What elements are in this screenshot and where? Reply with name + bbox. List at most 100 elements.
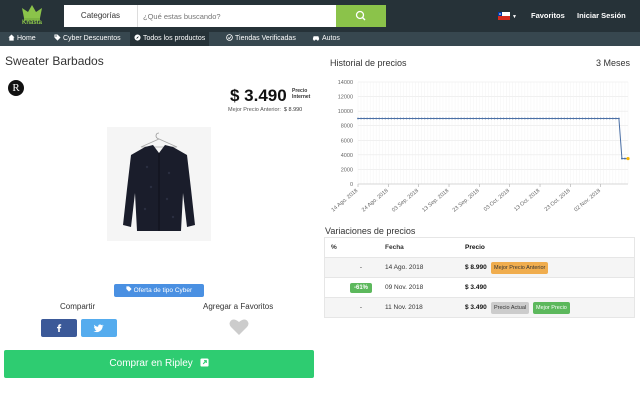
- chile-flag-icon[interactable]: [498, 12, 510, 20]
- tab-home[interactable]: Home: [4, 32, 40, 46]
- data-point: [475, 117, 478, 120]
- tag-icon: [54, 34, 61, 41]
- data-point: [551, 117, 554, 120]
- series-line: [358, 118, 628, 160]
- data-point: [381, 117, 384, 120]
- data-point: [614, 117, 617, 120]
- data-point: [457, 117, 460, 120]
- table-header-row: % Fecha Precio: [325, 238, 634, 257]
- data-point: [563, 117, 566, 120]
- knasta-logo[interactable]: Knasta: [18, 3, 46, 29]
- home-icon: [8, 34, 15, 41]
- logo-word: Knasta: [21, 20, 42, 26]
- facebook-share-button[interactable]: [41, 319, 77, 337]
- share-label: Compartir: [60, 302, 96, 311]
- tab-cyber-label: Cyber Descuentos: [63, 35, 121, 42]
- data-point: [617, 117, 620, 120]
- data-point: [375, 117, 378, 120]
- tab-all-products[interactable]: Todos los productos: [130, 32, 210, 46]
- data-point: [490, 117, 493, 120]
- search-input[interactable]: [138, 5, 336, 27]
- x-tick-label: 02 Nov. 2018: [573, 188, 602, 213]
- data-point: [587, 117, 590, 120]
- best-price-tag: Mejor Precio: [533, 302, 570, 314]
- twitter-share-button[interactable]: [81, 319, 117, 337]
- search-button[interactable]: [336, 5, 386, 27]
- country-caret-icon[interactable]: ▼: [512, 14, 517, 20]
- tab-home-label: Home: [17, 35, 36, 42]
- data-point: [596, 117, 599, 120]
- data-point: [545, 117, 547, 120]
- data-point: [363, 117, 365, 120]
- data-point: [448, 117, 450, 120]
- y-tick-label: 6000: [341, 138, 353, 144]
- data-point: [405, 117, 408, 120]
- data-point: [523, 117, 526, 120]
- price-history-title: Historial de precios: [330, 58, 407, 68]
- data-point: [502, 117, 505, 120]
- data-point: [539, 117, 541, 120]
- tag-icon: [126, 286, 132, 292]
- favorites-link[interactable]: Favoritos: [531, 11, 565, 20]
- data-point: [360, 117, 362, 120]
- tab-verified-stores[interactable]: Tiendas Verificadas: [222, 32, 300, 46]
- current-price-tag: Precio Actual: [491, 302, 530, 314]
- data-point: [432, 117, 435, 120]
- data-point: [402, 117, 405, 120]
- favorite-heart-button[interactable]: [229, 318, 249, 341]
- row-date: 11 Nov. 2018: [385, 304, 423, 311]
- table-row: - 14 Ago. 2018 $ 8.990 Mejor Precio Ante…: [325, 257, 634, 277]
- row-price: $ 8.990: [465, 264, 487, 271]
- row-price: $ 3.490: [465, 304, 487, 311]
- x-tick-label: 03 Oct. 2018: [483, 188, 511, 213]
- header-date: Fecha: [385, 244, 404, 251]
- product-title: Sweater Barbados: [5, 54, 104, 68]
- data-point: [511, 117, 514, 120]
- x-tick-label: 23 Oct. 2018: [544, 188, 572, 213]
- data-point: [557, 117, 560, 120]
- data-point: [423, 117, 426, 120]
- previous-best-price: Mejor Precio Anterior: $ 8.990: [228, 107, 302, 113]
- history-range-selector[interactable]: 3 Meses: [596, 58, 630, 68]
- tab-cars[interactable]: Autos: [308, 32, 344, 46]
- tab-all-products-label: Todos los productos: [143, 35, 206, 42]
- y-tick-label: 0: [350, 182, 353, 188]
- data-point: [460, 117, 463, 120]
- categories-button[interactable]: Categorías: [64, 5, 138, 27]
- data-point: [390, 117, 393, 120]
- data-point: [626, 156, 630, 161]
- data-point: [590, 117, 593, 120]
- store-logo[interactable]: R: [8, 80, 24, 96]
- data-point: [469, 117, 472, 120]
- data-point: [536, 117, 538, 120]
- login-link[interactable]: Iniciar Sesión: [577, 11, 626, 20]
- product-image[interactable]: [107, 127, 211, 241]
- tab-verified-stores-label: Tiendas Verificadas: [235, 35, 296, 42]
- data-point: [560, 117, 563, 120]
- data-point: [496, 117, 499, 120]
- data-point: [514, 117, 517, 120]
- data-point: [396, 117, 399, 120]
- data-point: [599, 117, 602, 120]
- data-point: [411, 117, 414, 120]
- y-tick-label: 2000: [341, 167, 353, 173]
- cyber-offer-badge[interactable]: Oferta de tipo Cyber: [114, 284, 204, 297]
- data-point: [484, 117, 487, 120]
- y-tick-label: 8000: [341, 124, 353, 130]
- header-price: Precio: [465, 244, 485, 251]
- data-point: [542, 117, 544, 120]
- data-point: [548, 117, 551, 120]
- sweater-image: [123, 132, 195, 231]
- x-tick-label: 03 Sep. 2018: [391, 188, 420, 214]
- tab-cars-label: Autos: [322, 35, 340, 42]
- y-tick-label: 10000: [338, 109, 353, 115]
- data-point: [366, 117, 369, 120]
- data-point: [408, 117, 411, 120]
- data-point: [505, 117, 508, 120]
- data-point: [533, 117, 535, 120]
- tab-cyber[interactable]: Cyber Descuentos: [50, 32, 125, 46]
- row-date: 14 Ago. 2018: [385, 264, 424, 271]
- data-point: [569, 117, 572, 120]
- buy-button[interactable]: Comprar en Ripley: [4, 350, 314, 378]
- row-price: $ 3.490: [465, 284, 487, 291]
